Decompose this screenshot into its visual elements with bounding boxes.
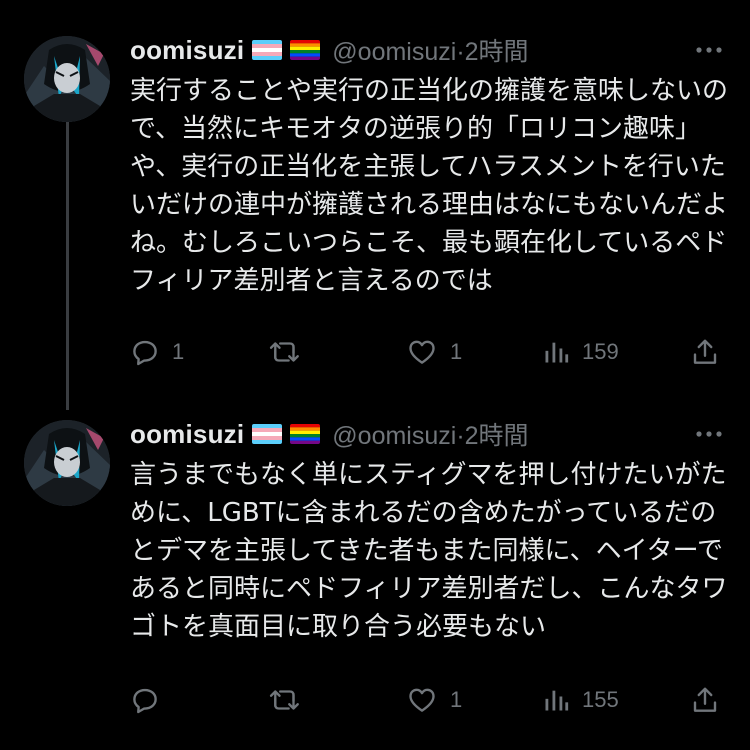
rainbow-flag-icon xyxy=(290,424,321,444)
reply-button[interactable]: 1 xyxy=(130,332,184,372)
rainbow-flag-icon xyxy=(290,40,321,60)
handle[interactable]: @oomisuzi xyxy=(332,422,456,450)
thread-connector-line xyxy=(66,120,69,410)
share-button[interactable] xyxy=(690,680,720,720)
tweet-text: 実行することや実行の正当化の擁護を意味しないので、当然にキモオタの逆張り的「ロリ… xyxy=(130,76,729,296)
handle-and-time: @oomisuzi·2時間 xyxy=(332,416,528,452)
view-count: 155 xyxy=(582,687,619,712)
more-options-icon[interactable] xyxy=(694,38,724,62)
display-name[interactable]: oomisuzi xyxy=(130,419,244,450)
share-icon xyxy=(693,339,717,364)
view-count: 159 xyxy=(582,339,619,364)
retweet-icon xyxy=(269,342,299,362)
retweet-icon xyxy=(269,690,299,710)
reply-icon xyxy=(133,688,157,714)
transgender-flag-icon xyxy=(252,424,283,444)
heart-icon xyxy=(409,340,435,364)
heart-icon xyxy=(409,688,435,712)
share-button[interactable] xyxy=(690,332,720,372)
views-chart-icon xyxy=(545,690,569,711)
share-icon xyxy=(693,687,717,712)
tweet-actions: 1 1 159 xyxy=(130,332,730,372)
reply-icon xyxy=(133,340,157,366)
views-button[interactable]: 155 xyxy=(542,680,619,720)
reply-count: 1 xyxy=(172,339,185,364)
avatar[interactable] xyxy=(24,420,110,506)
tweet-actions: 1 155 xyxy=(130,680,730,720)
like-count: 1 xyxy=(450,339,463,364)
like-button[interactable]: 1 xyxy=(406,680,462,720)
retweet-button[interactable] xyxy=(268,680,314,720)
avatar[interactable] xyxy=(24,36,110,122)
tweet-header: oomisuzi @oomisuzi·2時間 xyxy=(130,414,730,454)
views-chart-icon xyxy=(545,342,569,363)
display-name[interactable]: oomisuzi xyxy=(130,35,244,66)
separator: · xyxy=(456,38,465,66)
handle[interactable]: @oomisuzi xyxy=(332,38,456,66)
separator: · xyxy=(456,422,465,450)
transgender-flag-icon xyxy=(252,40,283,60)
like-count: 1 xyxy=(450,687,463,712)
like-button[interactable]: 1 xyxy=(406,332,462,372)
views-button[interactable]: 159 xyxy=(542,332,619,372)
tweet-text: 言うまでもなく単にスティグマを押し付けたいがために、LGBTに含まれるだの含めた… xyxy=(130,460,728,642)
reply-button[interactable] xyxy=(130,680,172,720)
tweet-header: oomisuzi @oomisuzi·2時間 xyxy=(130,30,730,70)
more-options-icon[interactable] xyxy=(694,422,724,446)
handle-and-time: @oomisuzi·2時間 xyxy=(332,32,528,68)
timestamp[interactable]: 2時間 xyxy=(465,38,529,66)
timestamp[interactable]: 2時間 xyxy=(465,422,529,450)
retweet-button[interactable] xyxy=(268,332,314,372)
